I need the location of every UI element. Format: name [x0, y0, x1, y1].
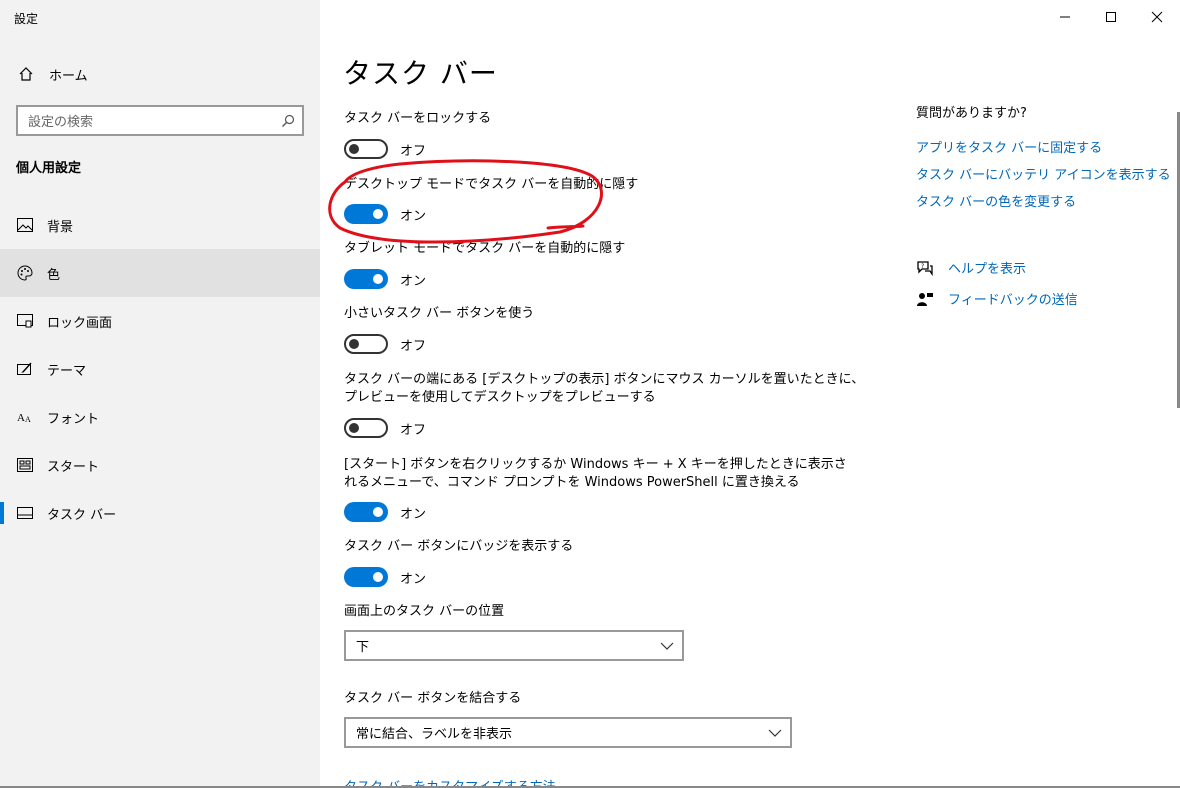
home-icon — [17, 65, 35, 83]
search-input[interactable]: 設定の検索 — [16, 105, 304, 136]
setting-powershell-label-line1: [スタート] ボタンを右クリックするか Windows キー + X キーを押し… — [344, 457, 847, 472]
sidebar-item-label: 背景 — [47, 219, 74, 235]
palette-icon — [16, 264, 34, 282]
setting-peek: オフ — [344, 418, 426, 438]
dropdown-value: 下 — [356, 640, 370, 655]
toggle-knob — [373, 507, 383, 517]
peek-toggle[interactable] — [344, 418, 388, 438]
taskbar-icon — [16, 504, 34, 522]
feedback-label: フィードバックの送信 — [948, 293, 1078, 308]
svg-text:?: ? — [921, 263, 924, 270]
active-indicator — [0, 502, 4, 524]
setting-lock-taskbar-label: タスク バーをロックする — [344, 111, 492, 126]
page-title: タスク バー — [343, 57, 498, 90]
toggle-knob — [349, 423, 359, 433]
toggle-knob — [373, 274, 383, 284]
toggle-knob — [373, 209, 383, 219]
autohide-tablet-toggle[interactable] — [344, 269, 388, 289]
toggle-knob — [373, 572, 383, 582]
setting-powershell: オン — [344, 502, 426, 522]
theme-icon — [16, 360, 34, 378]
picture-icon — [16, 216, 34, 234]
powershell-toggle[interactable] — [344, 502, 388, 522]
badges-toggle[interactable] — [344, 567, 388, 587]
minimize-icon — [1060, 16, 1070, 18]
setting-autohide-tablet: オン — [344, 269, 426, 289]
sidebar-item-taskbar[interactable]: タスク バー — [0, 489, 320, 537]
main-content: タスク バー タスク バーをロックする オフ デスクトップ モードでタスク バー… — [320, 0, 1180, 788]
sidebar-item-label: テーマ — [47, 363, 87, 379]
setting-small-buttons: オフ — [344, 334, 426, 354]
setting-badges: オン — [344, 567, 426, 587]
help-link-battery-icon[interactable]: タスク バーにバッテリ アイコンを表示する — [916, 164, 1171, 183]
dropdown-value: 常に結合、ラベルを非表示 — [356, 727, 513, 742]
minimize-button[interactable] — [1042, 0, 1088, 34]
start-icon — [16, 456, 34, 474]
toggle-knob — [349, 144, 359, 154]
toggle-state: オフ — [400, 338, 427, 354]
maximize-icon — [1106, 12, 1116, 22]
toggle-state: オフ — [400, 143, 427, 159]
lock-screen-icon — [16, 312, 34, 330]
nav-list: 背景 色 ロック画面 テーマ AA フォント スタート タスク バー — [0, 201, 320, 537]
sidebar: 設定 ホーム 設定の検索 個人用設定 背景 色 ロック画面 テーマ A A フォ… — [0, 0, 320, 788]
taskbar-position-dropdown[interactable]: 下 — [344, 630, 684, 661]
sidebar-item-label: フォント — [47, 411, 100, 427]
setting-autohide-tablet-label: タブレット モードでタスク バーを自動的に隠す — [344, 241, 626, 256]
sidebar-item-label: スタート — [47, 459, 100, 475]
help-title: 質問がありますか? — [916, 106, 1027, 121]
sidebar-item-theme[interactable]: テーマ — [0, 345, 320, 393]
window-title: 設定 — [14, 12, 39, 26]
lock-taskbar-toggle[interactable] — [344, 139, 388, 159]
sidebar-item-lock-screen[interactable]: ロック画面 — [0, 297, 320, 345]
sidebar-item-background[interactable]: 背景 — [0, 201, 320, 249]
chevron-down-icon — [760, 729, 790, 737]
autohide-desktop-toggle[interactable] — [344, 204, 388, 224]
setting-autohide-desktop: オン — [344, 204, 426, 224]
section-title: 個人用設定 — [16, 161, 82, 176]
get-help-link[interactable]: ? ヘルプを表示 — [916, 258, 1026, 277]
combine-buttons-dropdown[interactable]: 常に結合、ラベルを非表示 — [344, 717, 792, 748]
toggle-knob — [349, 339, 359, 349]
small-buttons-toggle[interactable] — [344, 334, 388, 354]
chevron-down-icon — [652, 642, 682, 650]
taskbar-position-label: 画面上のタスク バーの位置 — [344, 604, 505, 619]
setting-badges-label: タスク バー ボタンにバッジを表示する — [344, 539, 574, 554]
toggle-state: オン — [400, 208, 427, 224]
feedback-link[interactable]: フィードバックの送信 — [916, 289, 1078, 308]
sidebar-item-label: 色 — [47, 267, 61, 283]
setting-peek-label-line1: タスク バーの端にある [デスクトップの表示] ボタンにマウス カーソルを置いた… — [344, 372, 865, 387]
sidebar-item-color[interactable]: 色 — [0, 249, 320, 297]
setting-autohide-desktop-label: デスクトップ モードでタスク バーを自動的に隠す — [344, 177, 639, 192]
toggle-state: オン — [400, 571, 427, 587]
get-help-label: ヘルプを表示 — [948, 262, 1027, 277]
toggle-state: オン — [400, 506, 427, 522]
feedback-person-icon — [916, 290, 934, 308]
maximize-button[interactable] — [1088, 0, 1134, 34]
nav-home-label: ホーム — [49, 68, 88, 84]
svg-text:A: A — [25, 415, 31, 424]
setting-powershell-label-line2: れるメニューで、コマンド プロンプトを Windows PowerShell に… — [344, 475, 800, 490]
setting-peek-label-line2: プレビューを使用してデスクトップをプレビューする — [344, 390, 656, 405]
sidebar-item-start[interactable]: スタート — [0, 441, 320, 489]
nav-home[interactable]: ホーム — [0, 56, 320, 92]
toggle-state: オン — [400, 273, 427, 289]
search-icon[interactable] — [274, 114, 302, 128]
search-placeholder: 設定の検索 — [28, 115, 94, 130]
close-icon — [1151, 11, 1163, 23]
close-button[interactable] — [1134, 0, 1180, 34]
setting-small-buttons-label: 小さいタスク バー ボタンを使う — [344, 306, 535, 321]
svg-text:A: A — [17, 412, 25, 424]
sidebar-item-label: ロック画面 — [47, 315, 113, 331]
sidebar-item-label: タスク バー — [47, 507, 117, 523]
help-link-taskbar-color[interactable]: タスク バーの色を変更する — [916, 191, 1076, 210]
help-link-pin-apps[interactable]: アプリをタスク バーに固定する — [916, 137, 1102, 156]
sidebar-item-font[interactable]: AA フォント — [0, 393, 320, 441]
combine-buttons-label: タスク バー ボタンを結合する — [344, 691, 522, 706]
help-chat-icon: ? — [916, 259, 934, 277]
font-icon: AA — [16, 408, 34, 426]
setting-lock-taskbar: オフ — [344, 139, 426, 159]
toggle-state: オフ — [400, 422, 427, 438]
